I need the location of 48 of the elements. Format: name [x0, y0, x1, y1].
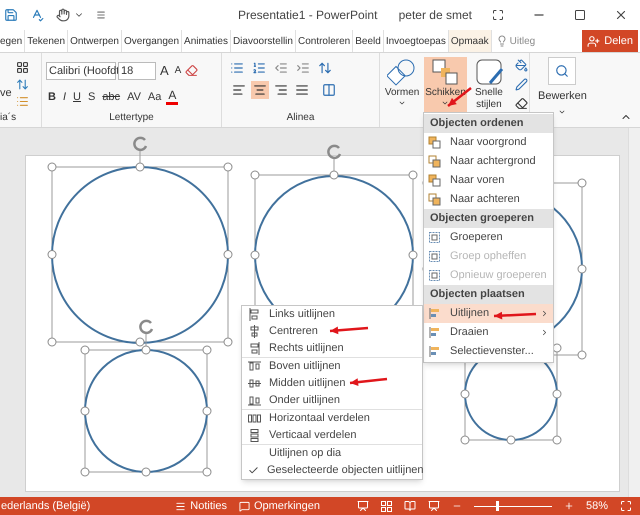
shrink-font-button[interactable]: A	[172, 63, 184, 78]
font-size-field[interactable]: 18	[118, 62, 156, 80]
font-name-field[interactable]: Calibri (Hoofdt	[46, 62, 116, 80]
group-label: Lettertype	[108, 111, 155, 125]
menu-item[interactable]: Boven uitlijnen	[242, 358, 422, 375]
notes-button[interactable]: Notities	[175, 498, 227, 514]
menu-item[interactable]: Draaien	[424, 323, 553, 342]
new-slide-label[interactable]: ve	[0, 85, 12, 110]
format-button[interactable]: Aa	[146, 88, 164, 105]
group-label: ia´s	[0, 111, 18, 125]
menu-item[interactable]: Selectievenster...	[424, 342, 553, 361]
format-button[interactable]: AV	[125, 88, 143, 105]
grow-font-button[interactable]: A	[158, 61, 171, 80]
share-button[interactable]: Delen	[582, 30, 638, 52]
menu-item[interactable]: Uitlijnen op dia	[242, 445, 422, 462]
format-button[interactable]: B	[46, 88, 58, 105]
menu-item[interactable]: Naar achteren	[424, 190, 553, 209]
zoom-level[interactable]: 58%	[586, 498, 608, 514]
menu-item[interactable]: Onder uitlijnen	[242, 392, 422, 409]
menu-item[interactable]: Links uitlijnen	[242, 306, 422, 323]
menu-item[interactable]: Centreren	[242, 323, 422, 340]
menu-item[interactable]: Naar voorgrond	[424, 133, 553, 152]
language-status[interactable]: ederlands (België)	[1, 498, 90, 514]
menu-item[interactable]: Naar voren	[424, 171, 553, 190]
window-title: Presentatie1 - PowerPoint	[238, 7, 378, 24]
editing-button[interactable]: Bewerken	[538, 57, 587, 116]
ribbon-tab[interactable]: Opmaak	[448, 30, 492, 52]
menu-item[interactable]: Verticaal verdelen	[242, 427, 422, 444]
menu-item[interactable]: Horizontaal verdelen	[242, 410, 422, 427]
format-button[interactable]: S	[86, 88, 98, 105]
menu-item[interactable]: Groeperen	[424, 228, 553, 247]
menu-section-header: Objecten plaatsen	[424, 285, 553, 304]
menu-item[interactable]: Naar achtergrond	[424, 152, 553, 171]
menu-section-header: Objecten groeperen	[424, 209, 553, 228]
format-button[interactable]: U	[71, 88, 83, 105]
menu-item[interactable]: Uitlijnen	[424, 304, 553, 323]
font-color-button[interactable]: A	[166, 88, 178, 105]
comments-button[interactable]: Opmerkingen	[238, 498, 320, 514]
format-button[interactable]: abc	[100, 88, 122, 105]
menu-item[interactable]: Rechts uitlijnen	[242, 340, 422, 357]
menu-section-header: Objecten ordenen	[424, 114, 553, 133]
user-name: peter de smet	[398, 7, 472, 24]
group-label: Alinea	[286, 111, 316, 125]
format-button[interactable]: I	[60, 88, 68, 105]
menu-item[interactable]: Geselecteerde objecten uitlijnen	[242, 462, 422, 479]
menu-item[interactable]: Midden uitlijnen	[242, 375, 422, 392]
drawing-button[interactable]: Vormen	[381, 57, 424, 125]
tell-me-button[interactable]: Uitleg	[492, 34, 540, 48]
